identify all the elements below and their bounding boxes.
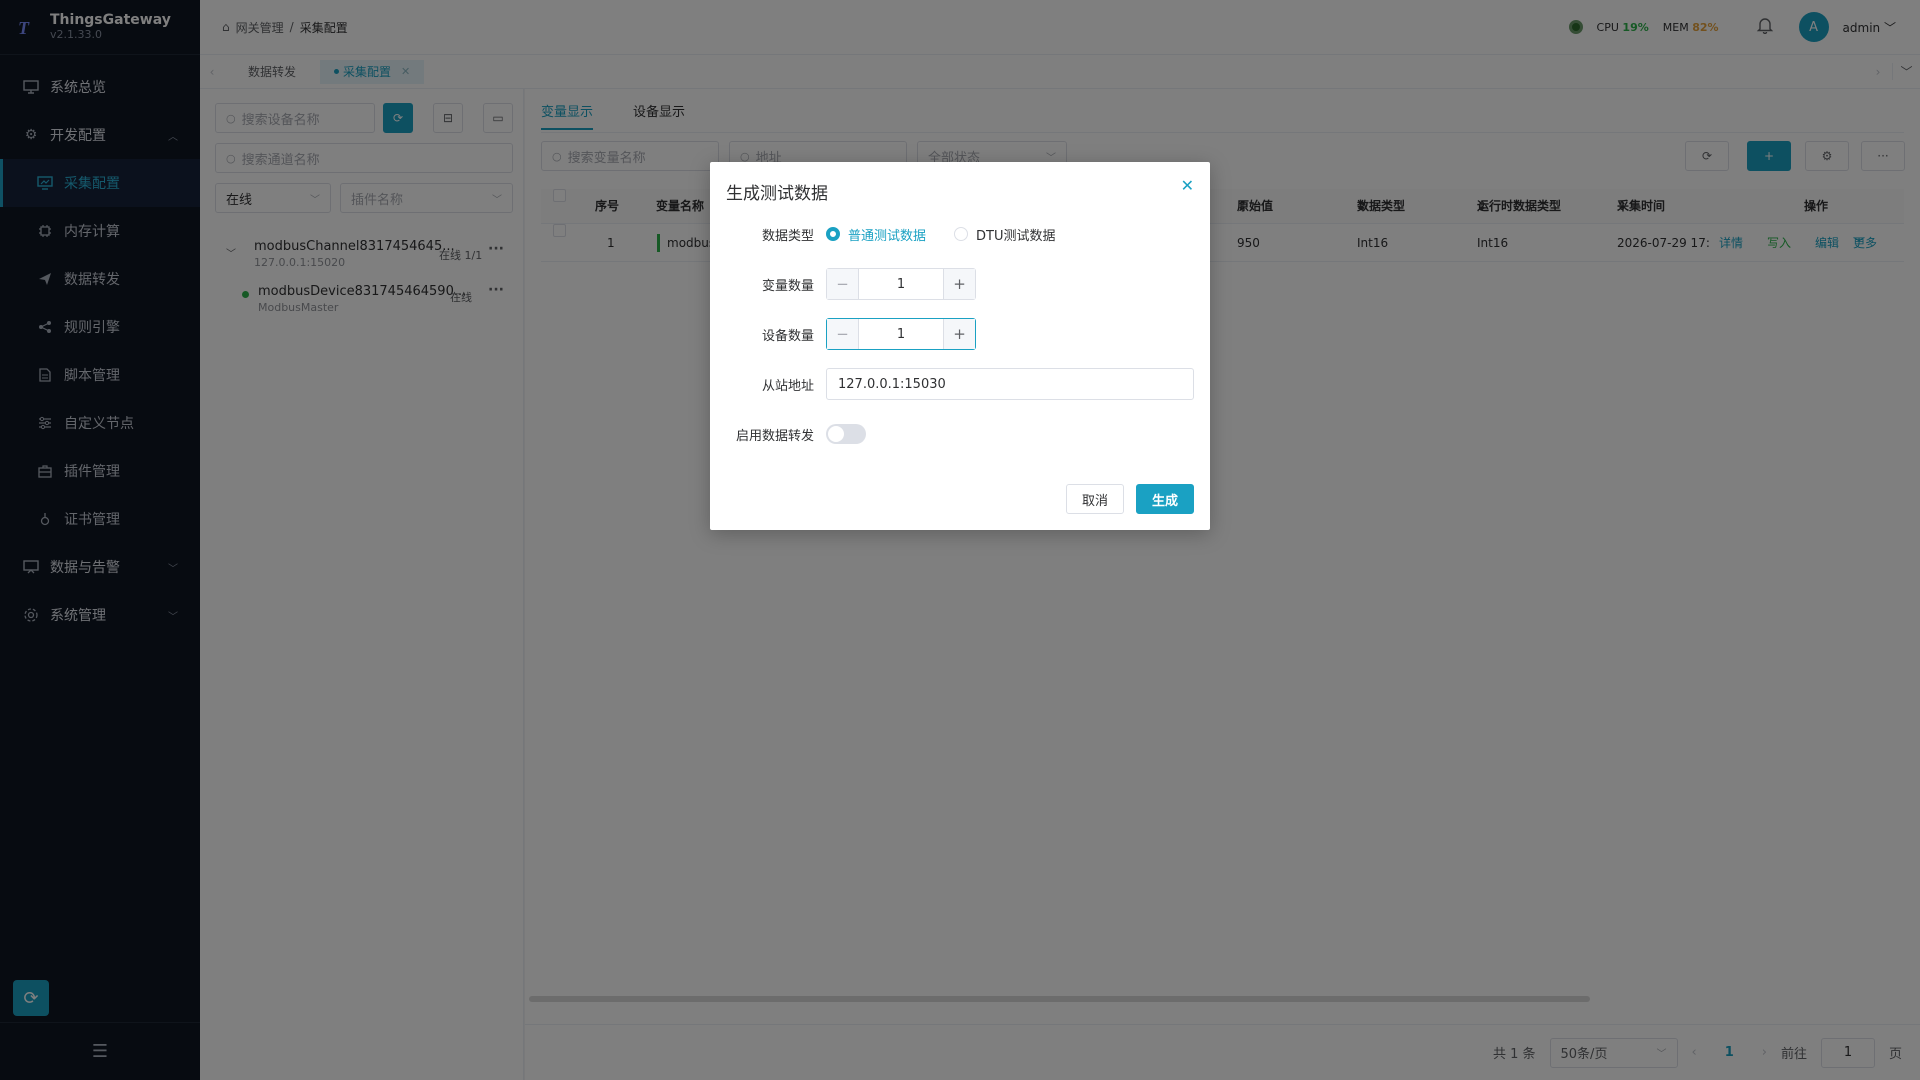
generate-button[interactable]: 生成: [1136, 484, 1195, 514]
toggle-knob: [828, 426, 844, 442]
form-row-slave-addr: 从站地址 127.0.0.1:15030: [710, 368, 1210, 400]
dialog-title: 生成测试数据: [726, 184, 828, 204]
cancel-button[interactable]: 取消: [1066, 484, 1125, 514]
form-row-dev-count: 设备数量 − 1 +: [710, 318, 1210, 350]
close-icon[interactable]: ✕: [1181, 176, 1194, 195]
minus-button[interactable]: −: [827, 269, 859, 299]
forward-label: 启用数据转发: [735, 428, 814, 444]
dev-count-value[interactable]: 1: [859, 319, 943, 349]
radio-checked-icon: [826, 227, 840, 241]
radio-normal-test-data[interactable]: 普通测试数据: [826, 225, 926, 244]
var-count-label: 变量数量: [761, 278, 814, 294]
plus-button[interactable]: +: [943, 319, 975, 349]
var-count-stepper[interactable]: − 1 +: [826, 268, 976, 300]
form-row-var-count: 变量数量 − 1 +: [710, 268, 1210, 300]
form-row-forward: 启用数据转发: [710, 418, 1210, 450]
generate-test-data-dialog: 生成测试数据 ✕ 数据类型 普通测试数据 DTU测试数据 变量数量 − 1 + …: [710, 162, 1210, 530]
minus-button[interactable]: −: [827, 319, 859, 349]
slave-addr-label: 从站地址: [761, 378, 814, 394]
dev-count-label: 设备数量: [761, 328, 814, 344]
dev-count-stepper[interactable]: − 1 +: [826, 318, 976, 350]
enable-forward-toggle[interactable]: [826, 424, 866, 444]
radio-dtu-test-data[interactable]: DTU测试数据: [954, 225, 1055, 244]
form-row-data-type: 数据类型 普通测试数据 DTU测试数据: [710, 218, 1210, 250]
radio-unchecked-icon: [954, 227, 969, 241]
plus-button[interactable]: +: [943, 269, 975, 299]
data-type-label: 数据类型: [761, 228, 814, 244]
slave-address-input[interactable]: 127.0.0.1:15030: [826, 368, 1194, 400]
var-count-value[interactable]: 1: [859, 269, 943, 299]
